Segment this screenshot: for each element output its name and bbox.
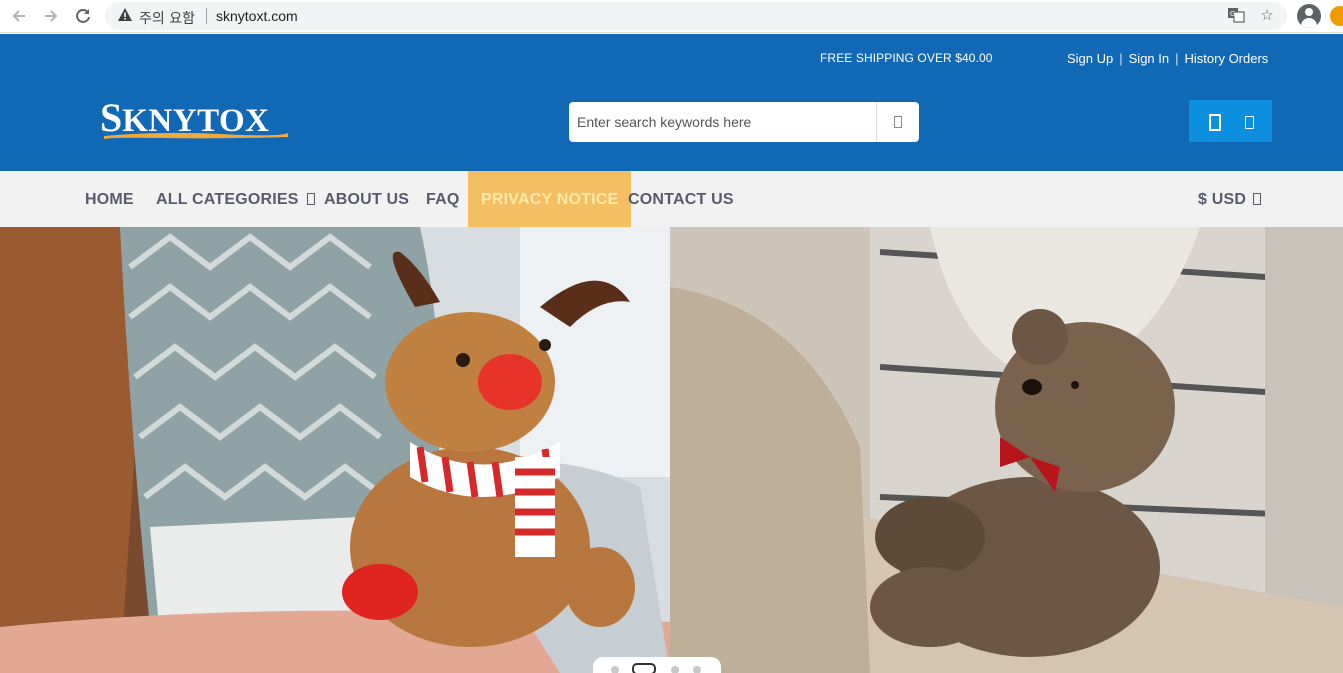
account-links: Sign Up | Sign In | History Orders	[1067, 51, 1268, 66]
history-orders-link[interactable]: History Orders	[1185, 51, 1269, 66]
sign-in-link[interactable]: Sign In	[1129, 51, 1169, 66]
nav-contact-us[interactable]: CONTACT US	[628, 171, 734, 227]
profile-icon[interactable]	[1297, 4, 1321, 28]
warning-icon[interactable]	[117, 7, 133, 23]
search-bar	[569, 102, 919, 142]
url-text[interactable]: sknytoxt.com	[216, 8, 298, 24]
sign-up-link[interactable]: Sign Up	[1067, 51, 1113, 66]
nav-home[interactable]: HOME	[85, 171, 134, 227]
address-bar[interactable]: 주의 요함 sknytoxt.com G ☆	[105, 2, 1287, 30]
currency-selector[interactable]: $ USD	[1198, 171, 1262, 227]
extension-icon[interactable]	[1330, 6, 1343, 26]
divider: |	[1175, 51, 1179, 66]
divider	[206, 8, 207, 24]
main-nav: HOME ALL CATEGORIES ABOUT US FAQ PRIVACY…	[0, 171, 1343, 227]
reload-icon[interactable]	[72, 5, 94, 27]
site-header: FREE SHIPPING OVER $40.00 Sign Up | Sign I…	[0, 34, 1343, 171]
search-button[interactable]	[876, 102, 919, 142]
slide-dot[interactable]	[671, 666, 679, 673]
nav-faq[interactable]: FAQ	[426, 171, 460, 227]
star-icon[interactable]: ☆	[1257, 6, 1277, 26]
browser-toolbar: 주의 요함 sknytoxt.com G ☆	[0, 0, 1343, 33]
hero-slider[interactable]	[0, 227, 1343, 673]
nav-all-categories-label: ALL CATEGORIES	[156, 191, 299, 208]
forward-icon[interactable]	[40, 5, 62, 27]
security-label[interactable]: 주의 요함	[139, 8, 195, 28]
currency-label: $ USD	[1198, 191, 1247, 208]
slide-dot-active[interactable]	[632, 663, 656, 673]
shipping-banner: FREE SHIPPING OVER $40.00	[820, 51, 993, 65]
back-icon[interactable]	[8, 5, 30, 27]
chevron-down-icon	[306, 193, 315, 205]
translate-icon[interactable]: G	[1226, 6, 1246, 26]
search-input[interactable]	[569, 102, 876, 142]
svg-text:G: G	[1230, 10, 1235, 18]
chevron-down-icon	[1253, 193, 1262, 205]
slider-pager	[593, 657, 721, 673]
user-cart-box	[1189, 100, 1272, 142]
slide-dot[interactable]	[693, 666, 701, 673]
account-icon[interactable]	[1209, 114, 1221, 131]
cart-icon[interactable]	[1245, 116, 1254, 129]
teddy-bear-photo	[670, 227, 1343, 673]
reindeer-plush-photo	[0, 227, 670, 673]
nav-privacy-notice[interactable]: PRIVACY NOTICE	[468, 171, 632, 227]
slide-dot[interactable]	[611, 666, 619, 673]
nav-about-us[interactable]: ABOUT US	[324, 171, 409, 227]
search-icon	[894, 116, 902, 128]
divider: |	[1119, 51, 1123, 66]
nav-all-categories[interactable]: ALL CATEGORIES	[156, 171, 315, 227]
site-logo[interactable]: SKNYTOX	[100, 97, 290, 142]
hero-image	[0, 227, 1343, 673]
